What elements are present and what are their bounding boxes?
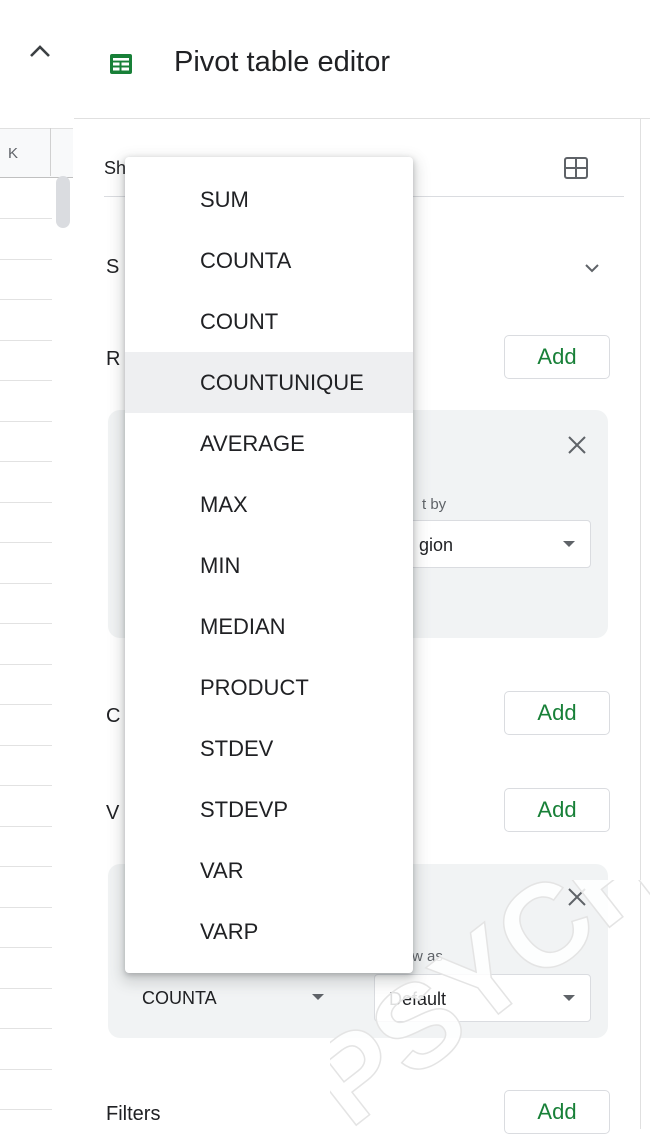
panel-title: Pivot table editor: [174, 46, 391, 78]
grid-row-line: [0, 380, 52, 381]
close-icon[interactable]: [566, 886, 588, 908]
grid-row-line: [0, 1028, 52, 1029]
grid-row-line: [0, 542, 52, 543]
add-columns-button[interactable]: Add: [504, 691, 610, 735]
panel-scrollbar-track: [640, 118, 641, 1129]
close-icon[interactable]: [566, 434, 588, 456]
grid-row-line: [0, 583, 52, 584]
menu-item-count[interactable]: COUNT: [125, 291, 413, 352]
grid-row-line: [0, 502, 52, 503]
sort-by-value: gion: [419, 535, 454, 555]
column-divider: [50, 128, 51, 176]
grid-row-line: [0, 947, 52, 948]
grid-row-line: [0, 1069, 52, 1070]
sort-by-label: t by: [422, 496, 447, 513]
dropdown-caret-icon: [312, 994, 324, 1000]
summarize-by-value: COUNTA: [142, 988, 217, 1008]
grid-row-line: [0, 826, 52, 827]
sheets-table-icon: [110, 54, 132, 74]
summarize-by-select[interactable]: COUNTA: [142, 974, 332, 1022]
grid-row-line: [0, 704, 52, 705]
filters-section-label: Filters: [106, 1103, 161, 1125]
spreadsheet-grid: K: [0, 0, 75, 1129]
column-header-label: K: [8, 145, 19, 162]
show-as-label: w as: [412, 948, 443, 965]
menu-item-stdevp[interactable]: STDEVP: [125, 779, 413, 840]
grid-row-line: [0, 1109, 52, 1110]
grid-row-line: [0, 421, 52, 422]
grid-row-line: [0, 623, 52, 624]
menu-item-counta[interactable]: COUNTA: [125, 230, 413, 291]
show-as-select[interactable]: Default: [374, 974, 591, 1022]
columns-section-label: C: [106, 705, 121, 727]
data-range-text[interactable]: Sh: [104, 158, 126, 179]
grid-row-line: [0, 259, 52, 260]
grid-row-line: [0, 866, 52, 867]
column-header[interactable]: K: [0, 128, 73, 178]
collapse-chevron-up-icon[interactable]: [22, 34, 58, 64]
grid-scrollbar[interactable]: [56, 176, 70, 228]
show-as-value: Default: [389, 989, 447, 1009]
menu-item-countunique[interactable]: COUNTUNIQUE: [125, 352, 413, 413]
grid-row-line: [0, 988, 52, 989]
menu-item-max[interactable]: MAX: [125, 474, 413, 535]
menu-item-var[interactable]: VAR: [125, 840, 413, 901]
panel-header: Pivot table editor: [74, 0, 650, 119]
menu-item-min[interactable]: MIN: [125, 535, 413, 596]
menu-item-average[interactable]: AVERAGE: [125, 413, 413, 474]
menu-item-median[interactable]: MEDIAN: [125, 596, 413, 657]
select-range-grid-icon[interactable]: [562, 154, 590, 182]
grid-row-line: [0, 299, 52, 300]
menu-item-sum[interactable]: SUM: [125, 169, 413, 230]
grid-row-line: [0, 785, 52, 786]
rows-section-label: R: [106, 348, 121, 370]
add-filters-button[interactable]: Add: [504, 1090, 610, 1134]
suggested-section-label: S: [106, 256, 120, 278]
summarize-by-menu: SUM COUNTA COUNT COUNTUNIQUE AVERAGE MAX MIN ME…: [125, 157, 413, 973]
grid-row-line: [0, 461, 52, 462]
menu-item-product[interactable]: PRODUCT: [125, 657, 413, 718]
dropdown-caret-icon: [563, 541, 575, 547]
menu-item-stdev[interactable]: STDEV: [125, 718, 413, 779]
chevron-down-icon[interactable]: [582, 258, 602, 278]
add-rows-button[interactable]: Add: [504, 335, 610, 379]
grid-row-line: [0, 664, 52, 665]
grid-row-line: [0, 218, 52, 219]
dropdown-caret-icon: [563, 995, 575, 1001]
values-section-label: V: [106, 802, 120, 824]
grid-row-line: [0, 340, 52, 341]
grid-row-line: [0, 745, 52, 746]
menu-item-varp[interactable]: VARP: [125, 901, 413, 962]
add-values-button[interactable]: Add: [504, 788, 610, 832]
grid-row-line: [0, 907, 52, 908]
